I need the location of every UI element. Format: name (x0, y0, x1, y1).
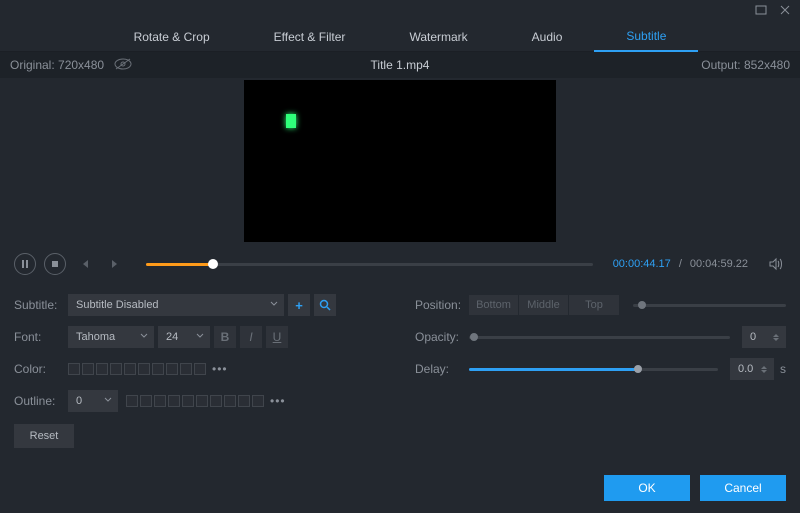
color-label: Color: (14, 362, 68, 376)
position-slider[interactable] (633, 304, 786, 307)
preview-stage (0, 78, 800, 246)
tab-rotate-crop[interactable]: Rotate & Crop (102, 22, 242, 52)
chevron-down-icon (140, 331, 148, 343)
chevron-down-icon (196, 331, 204, 343)
time-separator: / (679, 258, 682, 270)
chevron-down-icon (104, 395, 112, 407)
chevron-down-icon (270, 299, 278, 311)
add-subtitle-button[interactable]: + (288, 294, 310, 316)
delay-label: Delay: (415, 362, 469, 376)
position-middle[interactable]: Middle (519, 295, 569, 315)
underline-button[interactable]: U (266, 326, 288, 348)
next-button[interactable] (104, 253, 126, 275)
position-top[interactable]: Top (569, 295, 619, 315)
position-bottom[interactable]: Bottom (469, 295, 519, 315)
volume-icon[interactable] (764, 253, 786, 275)
subtitle-settings-left: Subtitle: Subtitle Disabled + Font: Taho… (14, 290, 385, 448)
color-more-icon[interactable]: ••• (212, 362, 228, 376)
original-label: Original: 720x480 (10, 58, 104, 72)
transport-bar: 00:00:44.17 / 00:04:59.22 (0, 246, 800, 282)
outline-more-icon[interactable]: ••• (270, 394, 286, 408)
tab-audio[interactable]: Audio (500, 22, 595, 52)
visibility-toggle-icon[interactable] (114, 58, 132, 73)
italic-button[interactable]: I (240, 326, 262, 348)
color-swatches[interactable]: ••• (68, 362, 228, 376)
video-content-indicator (286, 114, 296, 128)
close-icon[interactable] (778, 3, 792, 20)
time-duration: 00:04:59.22 (690, 258, 748, 270)
stop-button[interactable] (44, 253, 66, 275)
time-current: 00:00:44.17 (613, 258, 671, 270)
pause-button[interactable] (14, 253, 36, 275)
tab-effect-filter[interactable]: Effect & Filter (242, 22, 378, 52)
outline-label: Outline: (14, 394, 68, 408)
tab-subtitle[interactable]: Subtitle (594, 22, 698, 52)
seek-slider[interactable] (146, 263, 593, 266)
opacity-label: Opacity: (415, 330, 469, 344)
reset-button[interactable]: Reset (14, 424, 74, 448)
cancel-button[interactable]: Cancel (700, 475, 786, 501)
position-segmented: Bottom Middle Top (469, 295, 619, 315)
opacity-slider[interactable] (469, 336, 730, 339)
subtitle-label: Subtitle: (14, 298, 68, 312)
prev-button[interactable] (74, 253, 96, 275)
font-label: Font: (14, 330, 68, 344)
delay-slider[interactable] (469, 368, 718, 371)
subtitle-select[interactable]: Subtitle Disabled (68, 294, 284, 316)
maximize-icon[interactable] (754, 3, 768, 20)
ok-button[interactable]: OK (604, 475, 690, 501)
font-size-select[interactable]: 24 (158, 326, 210, 348)
delay-value[interactable]: 0.0 (730, 358, 774, 380)
outline-width-select[interactable]: 0 (68, 390, 118, 412)
output-label: Output: 852x480 (701, 58, 790, 72)
video-preview[interactable] (244, 80, 556, 242)
tab-watermark[interactable]: Watermark (377, 22, 499, 52)
font-select[interactable]: Tahoma (68, 326, 154, 348)
tab-bar: Rotate & Crop Effect & Filter Watermark … (0, 22, 800, 52)
search-subtitle-button[interactable] (314, 294, 336, 316)
opacity-value[interactable]: 0 (742, 326, 786, 348)
position-label: Position: (415, 298, 469, 312)
preview-info-bar: Original: 720x480 Title 1.mp4 Output: 85… (0, 52, 800, 78)
delay-unit: s (780, 362, 786, 376)
subtitle-settings-right: Position: Bottom Middle Top Opacity: 0 D… (415, 290, 786, 448)
outline-color-swatches[interactable]: ••• (126, 394, 286, 408)
bold-button[interactable]: B (214, 326, 236, 348)
